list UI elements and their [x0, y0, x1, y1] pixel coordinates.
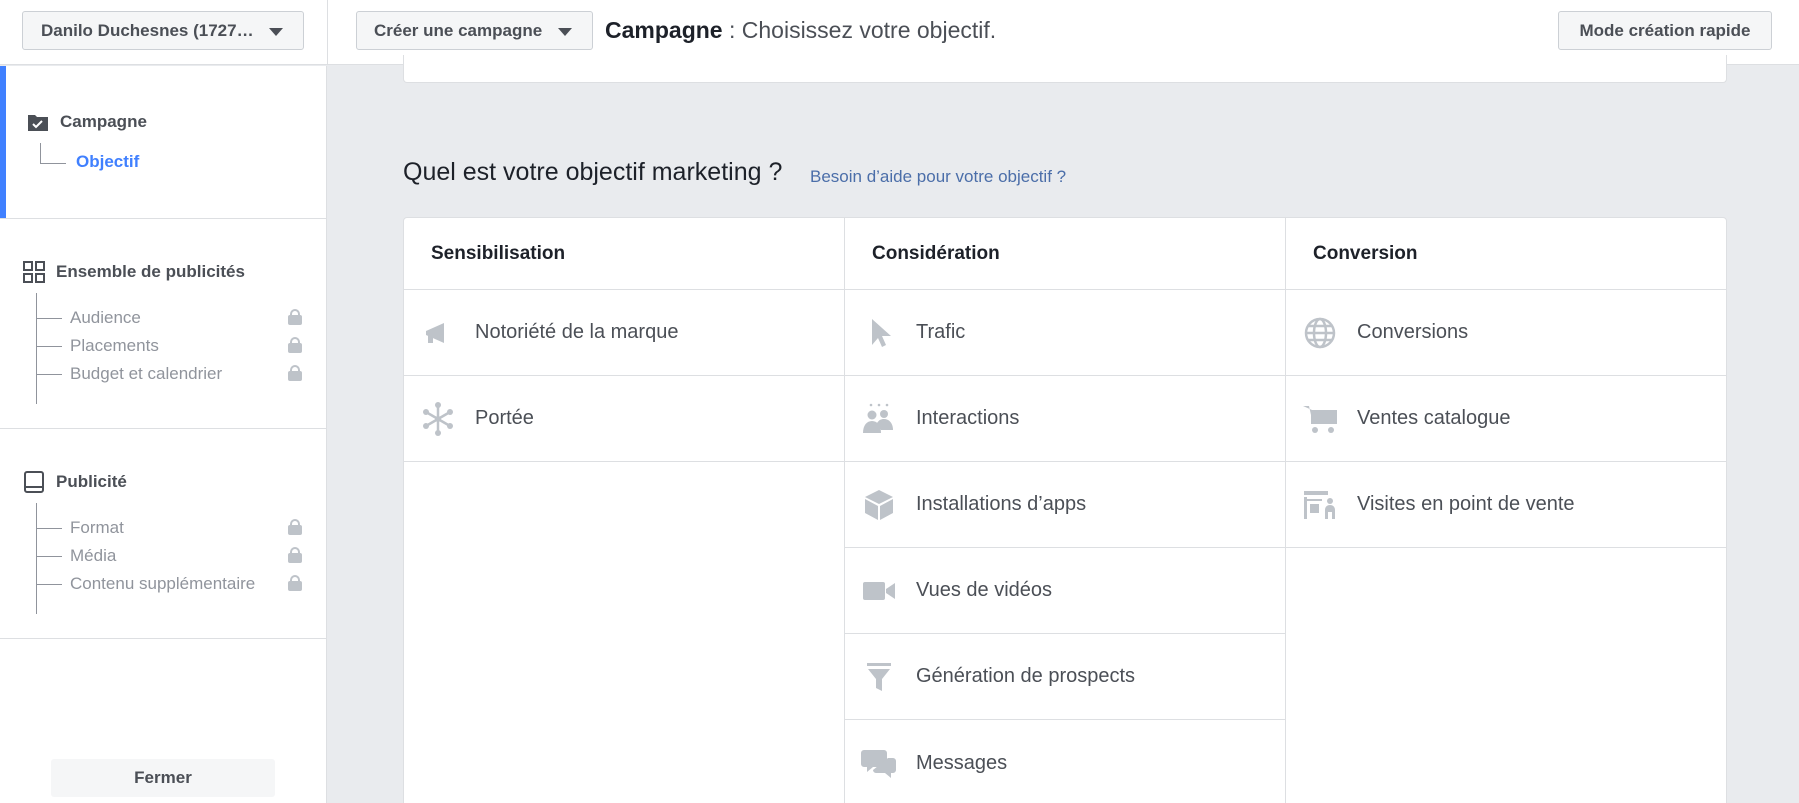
page-title: Campagne : Choisissez votre objectif. — [605, 17, 996, 44]
sidebar-item-ad[interactable]: Publicité — [23, 471, 127, 493]
objective-traffic[interactable]: Trafic — [845, 290, 1285, 376]
sidebar-section-campaign: Campagne Objectif — [0, 66, 326, 219]
cursor-icon — [861, 315, 897, 351]
account-selector-label: Danilo Duchesnes (1727… — [41, 20, 254, 40]
sidebar-item-budget-schedule[interactable]: Budget et calendrier — [36, 364, 222, 384]
lock-icon — [288, 309, 302, 325]
sidebar-item-campaign[interactable]: Campagne — [27, 111, 147, 133]
column-header: Conversion — [1286, 218, 1726, 290]
sidebar-section-ad: Publicité Format Média Contenu supplémen… — [0, 429, 326, 639]
chat-bubbles-icon — [861, 745, 897, 781]
objective-label: Installations d’apps — [916, 493, 1087, 515]
column-consideration: Considération Trafic Interactions Instal… — [845, 218, 1286, 803]
objective-label: Messages — [916, 751, 1008, 774]
previous-card-bottom — [403, 55, 1727, 83]
objective-label: Conversions — [1357, 321, 1469, 343]
page-title-rest: : Choisissez votre objectif. — [722, 17, 997, 43]
objective-messages[interactable]: Messages — [845, 720, 1285, 803]
sidebar-item-placements[interactable]: Placements — [36, 336, 159, 356]
objective-store-visits[interactable]: Visites en point de vente — [1286, 462, 1726, 548]
objective-reach[interactable]: Portée — [404, 376, 844, 462]
create-campaign-label: Créer une campagne — [374, 20, 543, 40]
sidebar-item-audience[interactable]: Audience — [36, 308, 141, 328]
objective-help-link[interactable]: Besoin d’aide pour votre objectif ? — [810, 167, 1066, 187]
objective-lead-generation[interactable]: Génération de prospects — [845, 634, 1285, 720]
lock-icon — [288, 365, 302, 381]
column-header: Sensibilisation — [404, 218, 844, 290]
sidebar-item-additional-content[interactable]: Contenu supplémentaire — [36, 574, 255, 594]
lock-icon — [288, 337, 302, 353]
globe-icon — [1302, 315, 1338, 351]
box-icon — [861, 487, 897, 523]
topbar-divider — [327, 0, 328, 65]
objective-conversions[interactable]: Conversions — [1286, 290, 1726, 376]
objective-catalog-sales[interactable]: Ventes catalogue — [1286, 376, 1726, 462]
lock-icon — [288, 519, 302, 535]
objective-question: Quel est votre objectif marketing ? — [403, 158, 783, 186]
objective-label: Trafic — [916, 321, 966, 343]
storefront-icon — [1302, 487, 1338, 523]
grid-icon — [23, 261, 45, 283]
sidebar-campaign-label: Campagne — [60, 112, 147, 131]
objective-label: Notoriété de la marque — [475, 321, 679, 343]
tree-connector — [36, 503, 37, 614]
objective-engagement[interactable]: Interactions — [845, 376, 1285, 462]
page-title-bold: Campagne — [605, 17, 723, 43]
objective-app-installs[interactable]: Installations d’apps — [845, 462, 1285, 548]
asterisk-network-icon — [420, 401, 456, 437]
tree-connector — [40, 143, 41, 164]
sidebar-item-format[interactable]: Format — [36, 518, 124, 538]
close-button[interactable]: Fermer — [51, 759, 275, 797]
active-section-indicator — [0, 66, 6, 218]
column-conversion: Conversion Conversions Ventes catalogue … — [1286, 218, 1726, 803]
tree-connector — [36, 293, 37, 404]
objective-grid: Sensibilisation Notoriété de la marque P… — [403, 217, 1727, 803]
sidebar: Campagne Objectif Ensemble de publicités… — [0, 66, 327, 803]
lock-icon — [288, 575, 302, 591]
shopping-cart-icon — [1302, 401, 1338, 437]
lock-icon — [288, 547, 302, 563]
funnel-icon — [861, 659, 897, 695]
device-icon — [24, 471, 44, 493]
objective-label: Ventes catalogue — [1357, 407, 1511, 429]
folder-check-icon — [28, 115, 48, 131]
objective-label: Interactions — [916, 407, 1020, 429]
sidebar-section-adset: Ensemble de publicités Audience Placemen… — [0, 219, 326, 429]
people-icon — [861, 401, 897, 437]
caret-down-icon — [558, 28, 572, 36]
quick-creation-mode-button[interactable]: Mode création rapide — [1558, 11, 1772, 50]
objective-label: Génération de prospects — [916, 665, 1136, 687]
sidebar-item-adset[interactable]: Ensemble de publicités — [23, 261, 245, 283]
video-camera-icon — [861, 573, 897, 609]
sidebar-adset-label: Ensemble de publicités — [56, 262, 245, 281]
column-awareness: Sensibilisation Notoriété de la marque P… — [404, 218, 845, 803]
account-selector-button[interactable]: Danilo Duchesnes (1727… — [22, 11, 304, 50]
objective-video-views[interactable]: Vues de vidéos — [845, 548, 1285, 634]
sidebar-item-objective[interactable]: Objectif — [76, 152, 139, 172]
caret-down-icon — [269, 28, 283, 36]
create-campaign-button[interactable]: Créer une campagne — [356, 11, 593, 50]
objective-brand-awareness[interactable]: Notoriété de la marque — [404, 290, 844, 376]
objective-label: Visites en point de vente — [1357, 493, 1575, 515]
megaphone-icon — [420, 315, 456, 351]
objective-label: Portée — [475, 407, 534, 429]
column-header: Considération — [845, 218, 1285, 290]
objective-label: Vues de vidéos — [916, 579, 1053, 601]
tree-connector — [40, 163, 66, 164]
sidebar-ad-label: Publicité — [56, 472, 127, 491]
sidebar-item-media[interactable]: Média — [36, 546, 116, 566]
